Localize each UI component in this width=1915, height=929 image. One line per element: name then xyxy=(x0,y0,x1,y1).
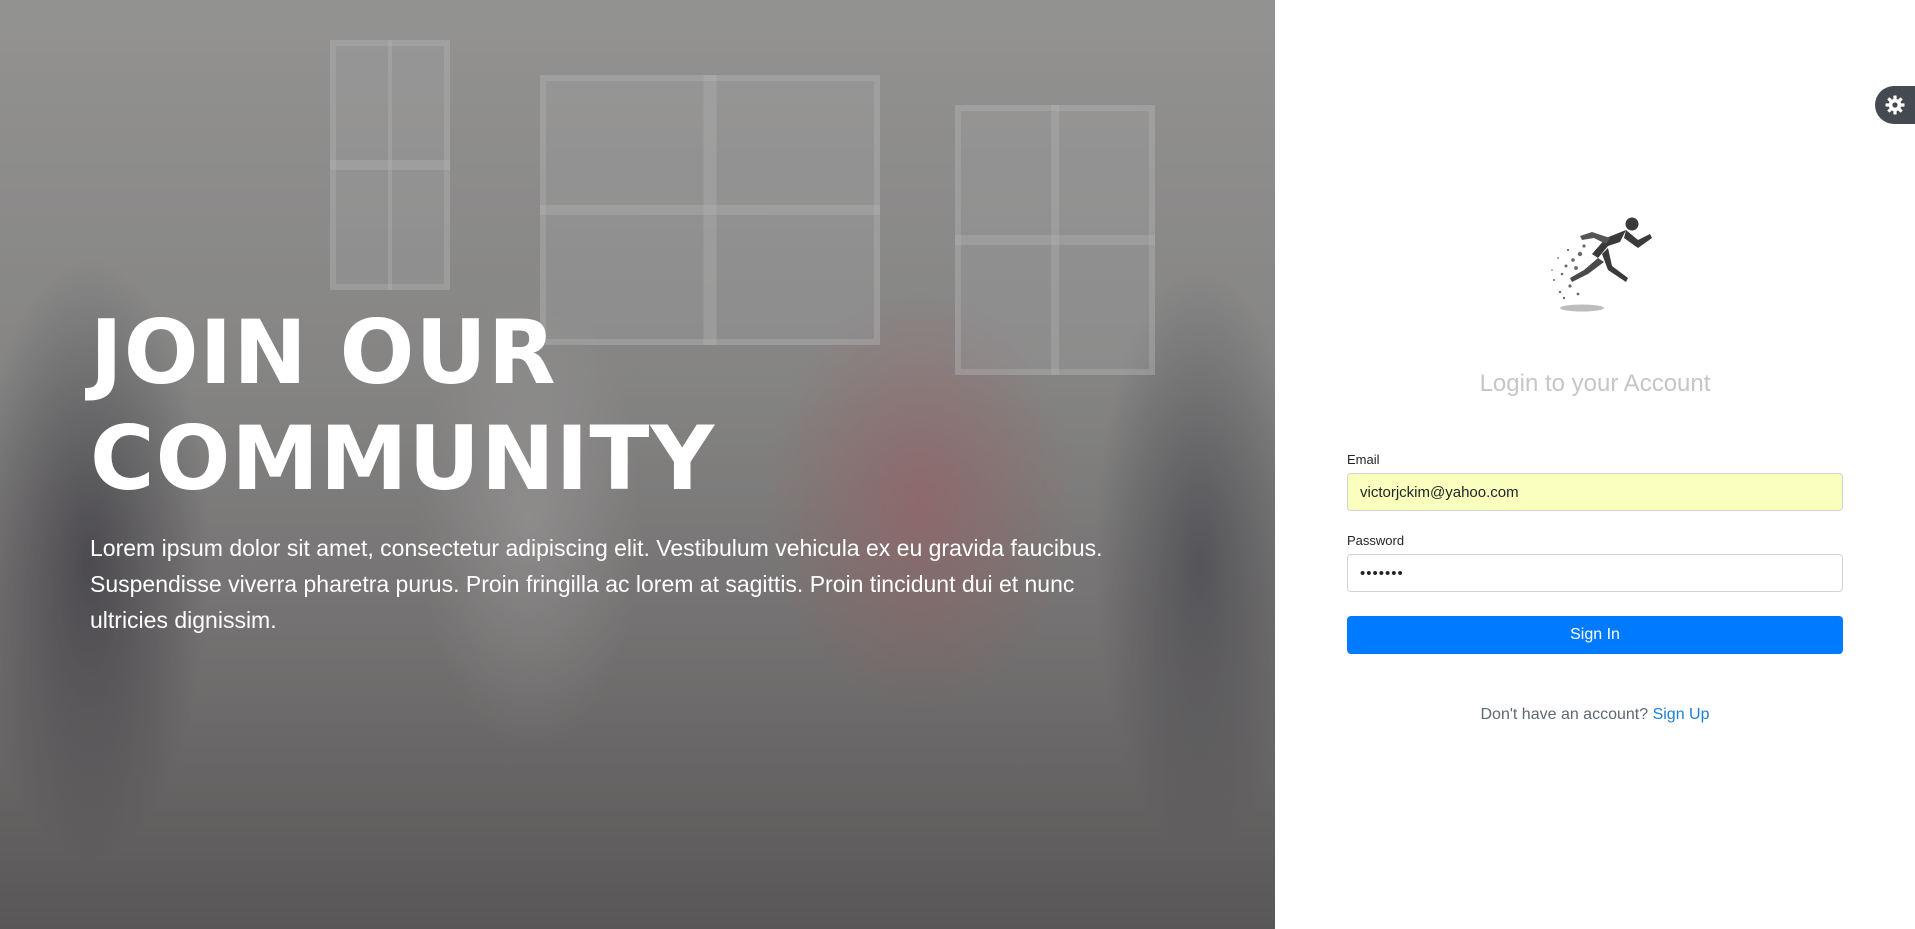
hero-section: JOIN OUR COMMUNITY Lorem ipsum dolor sit… xyxy=(0,0,1275,929)
login-title: Login to your Account xyxy=(1479,370,1711,397)
hero-description: Lorem ipsum dolor sit amet, consectetur … xyxy=(90,535,1103,633)
email-label: Email xyxy=(1347,452,1380,467)
password-label: Password xyxy=(1347,533,1405,548)
login-panel: Login to your Account Email Password Sig… xyxy=(1275,0,1915,929)
hero-title-line: JOIN OUR xyxy=(90,301,557,404)
sign-in-button[interactable]: Sign In xyxy=(1347,616,1843,654)
settings-button[interactable] xyxy=(1875,86,1915,124)
password-field[interactable] xyxy=(1347,554,1843,592)
sign-up-link[interactable]: Sign Up xyxy=(1653,706,1710,723)
hero-title: JOIN OUR COMMUNITY xyxy=(90,300,1190,512)
gear-icon xyxy=(1885,95,1905,115)
signup-prompt: Don't have an account? Sign Up xyxy=(1275,704,1915,726)
email-field[interactable] xyxy=(1347,473,1843,511)
hero-title-line: COMMUNITY xyxy=(90,407,716,510)
signup-prompt-text: Don't have an account? xyxy=(1480,706,1649,723)
running-man-logo xyxy=(1551,217,1652,312)
